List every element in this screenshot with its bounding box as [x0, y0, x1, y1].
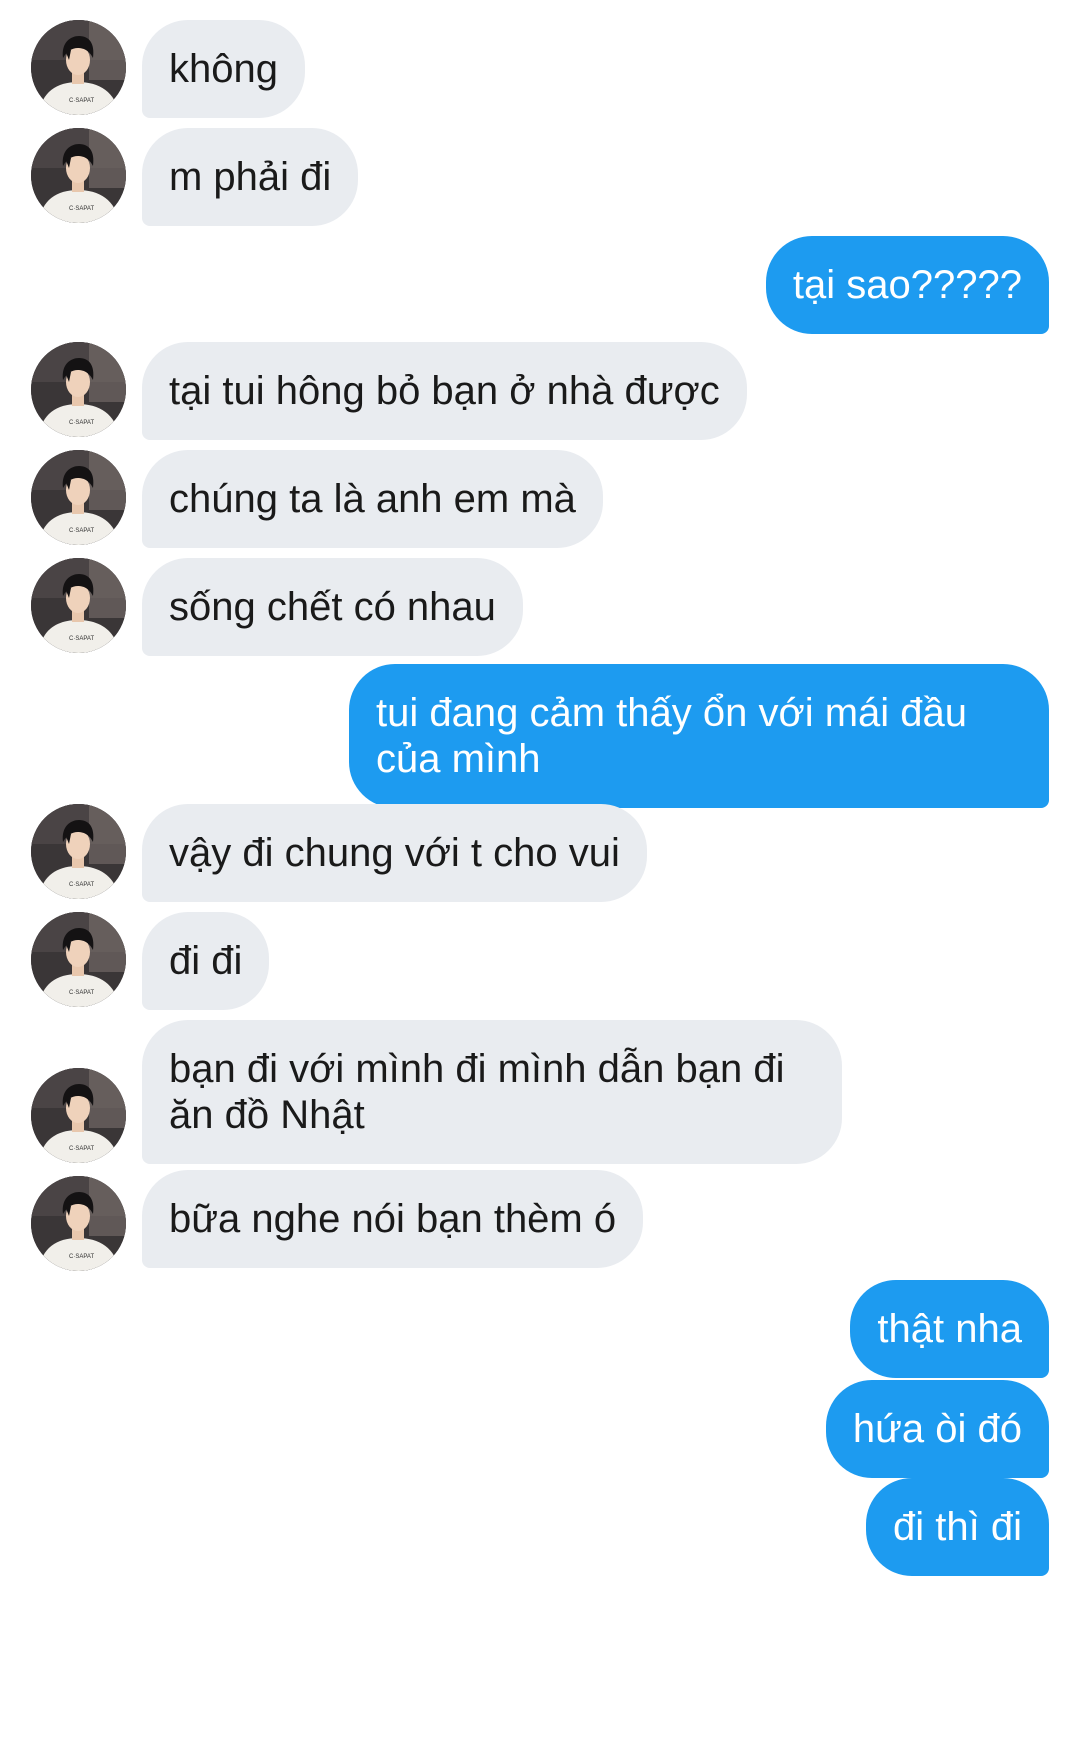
outgoing-message: tui đang cảm thấy ổn với mái đầu của mìn… [349, 664, 1049, 808]
contact-avatar-icon[interactable] [31, 912, 126, 1007]
contact-avatar-icon[interactable] [31, 1176, 126, 1271]
outgoing-message: tại sao????? [765, 236, 1049, 334]
incoming-message: không [142, 20, 305, 118]
incoming-message: bữa nghe nói bạn thèm ó [142, 1170, 644, 1268]
incoming-message: m phải đi [142, 128, 359, 226]
contact-avatar-icon[interactable] [31, 450, 126, 545]
contact-avatar-icon[interactable] [31, 128, 126, 223]
contact-avatar-icon[interactable] [31, 342, 126, 437]
contact-avatar-icon[interactable] [31, 1068, 126, 1163]
contact-avatar-icon[interactable] [31, 20, 126, 115]
incoming-message: chúng ta là anh em mà [142, 450, 603, 548]
outgoing-message: hứa òi đó [825, 1380, 1049, 1478]
incoming-message: tại tui hông bỏ bạn ở nhà được [142, 342, 747, 440]
incoming-message: sống chết có nhau [142, 558, 523, 656]
contact-avatar-icon[interactable] [31, 558, 126, 653]
incoming-message: đi đi [142, 912, 270, 1010]
contact-avatar-icon[interactable] [31, 804, 126, 899]
incoming-message: bạn đi với mình đi mình dẫn bạn đi ăn đồ… [142, 1020, 842, 1164]
incoming-message: vậy đi chung với t cho vui [142, 804, 647, 902]
outgoing-message: đi thì đi [866, 1478, 1049, 1576]
outgoing-message: thật nha [850, 1280, 1049, 1378]
